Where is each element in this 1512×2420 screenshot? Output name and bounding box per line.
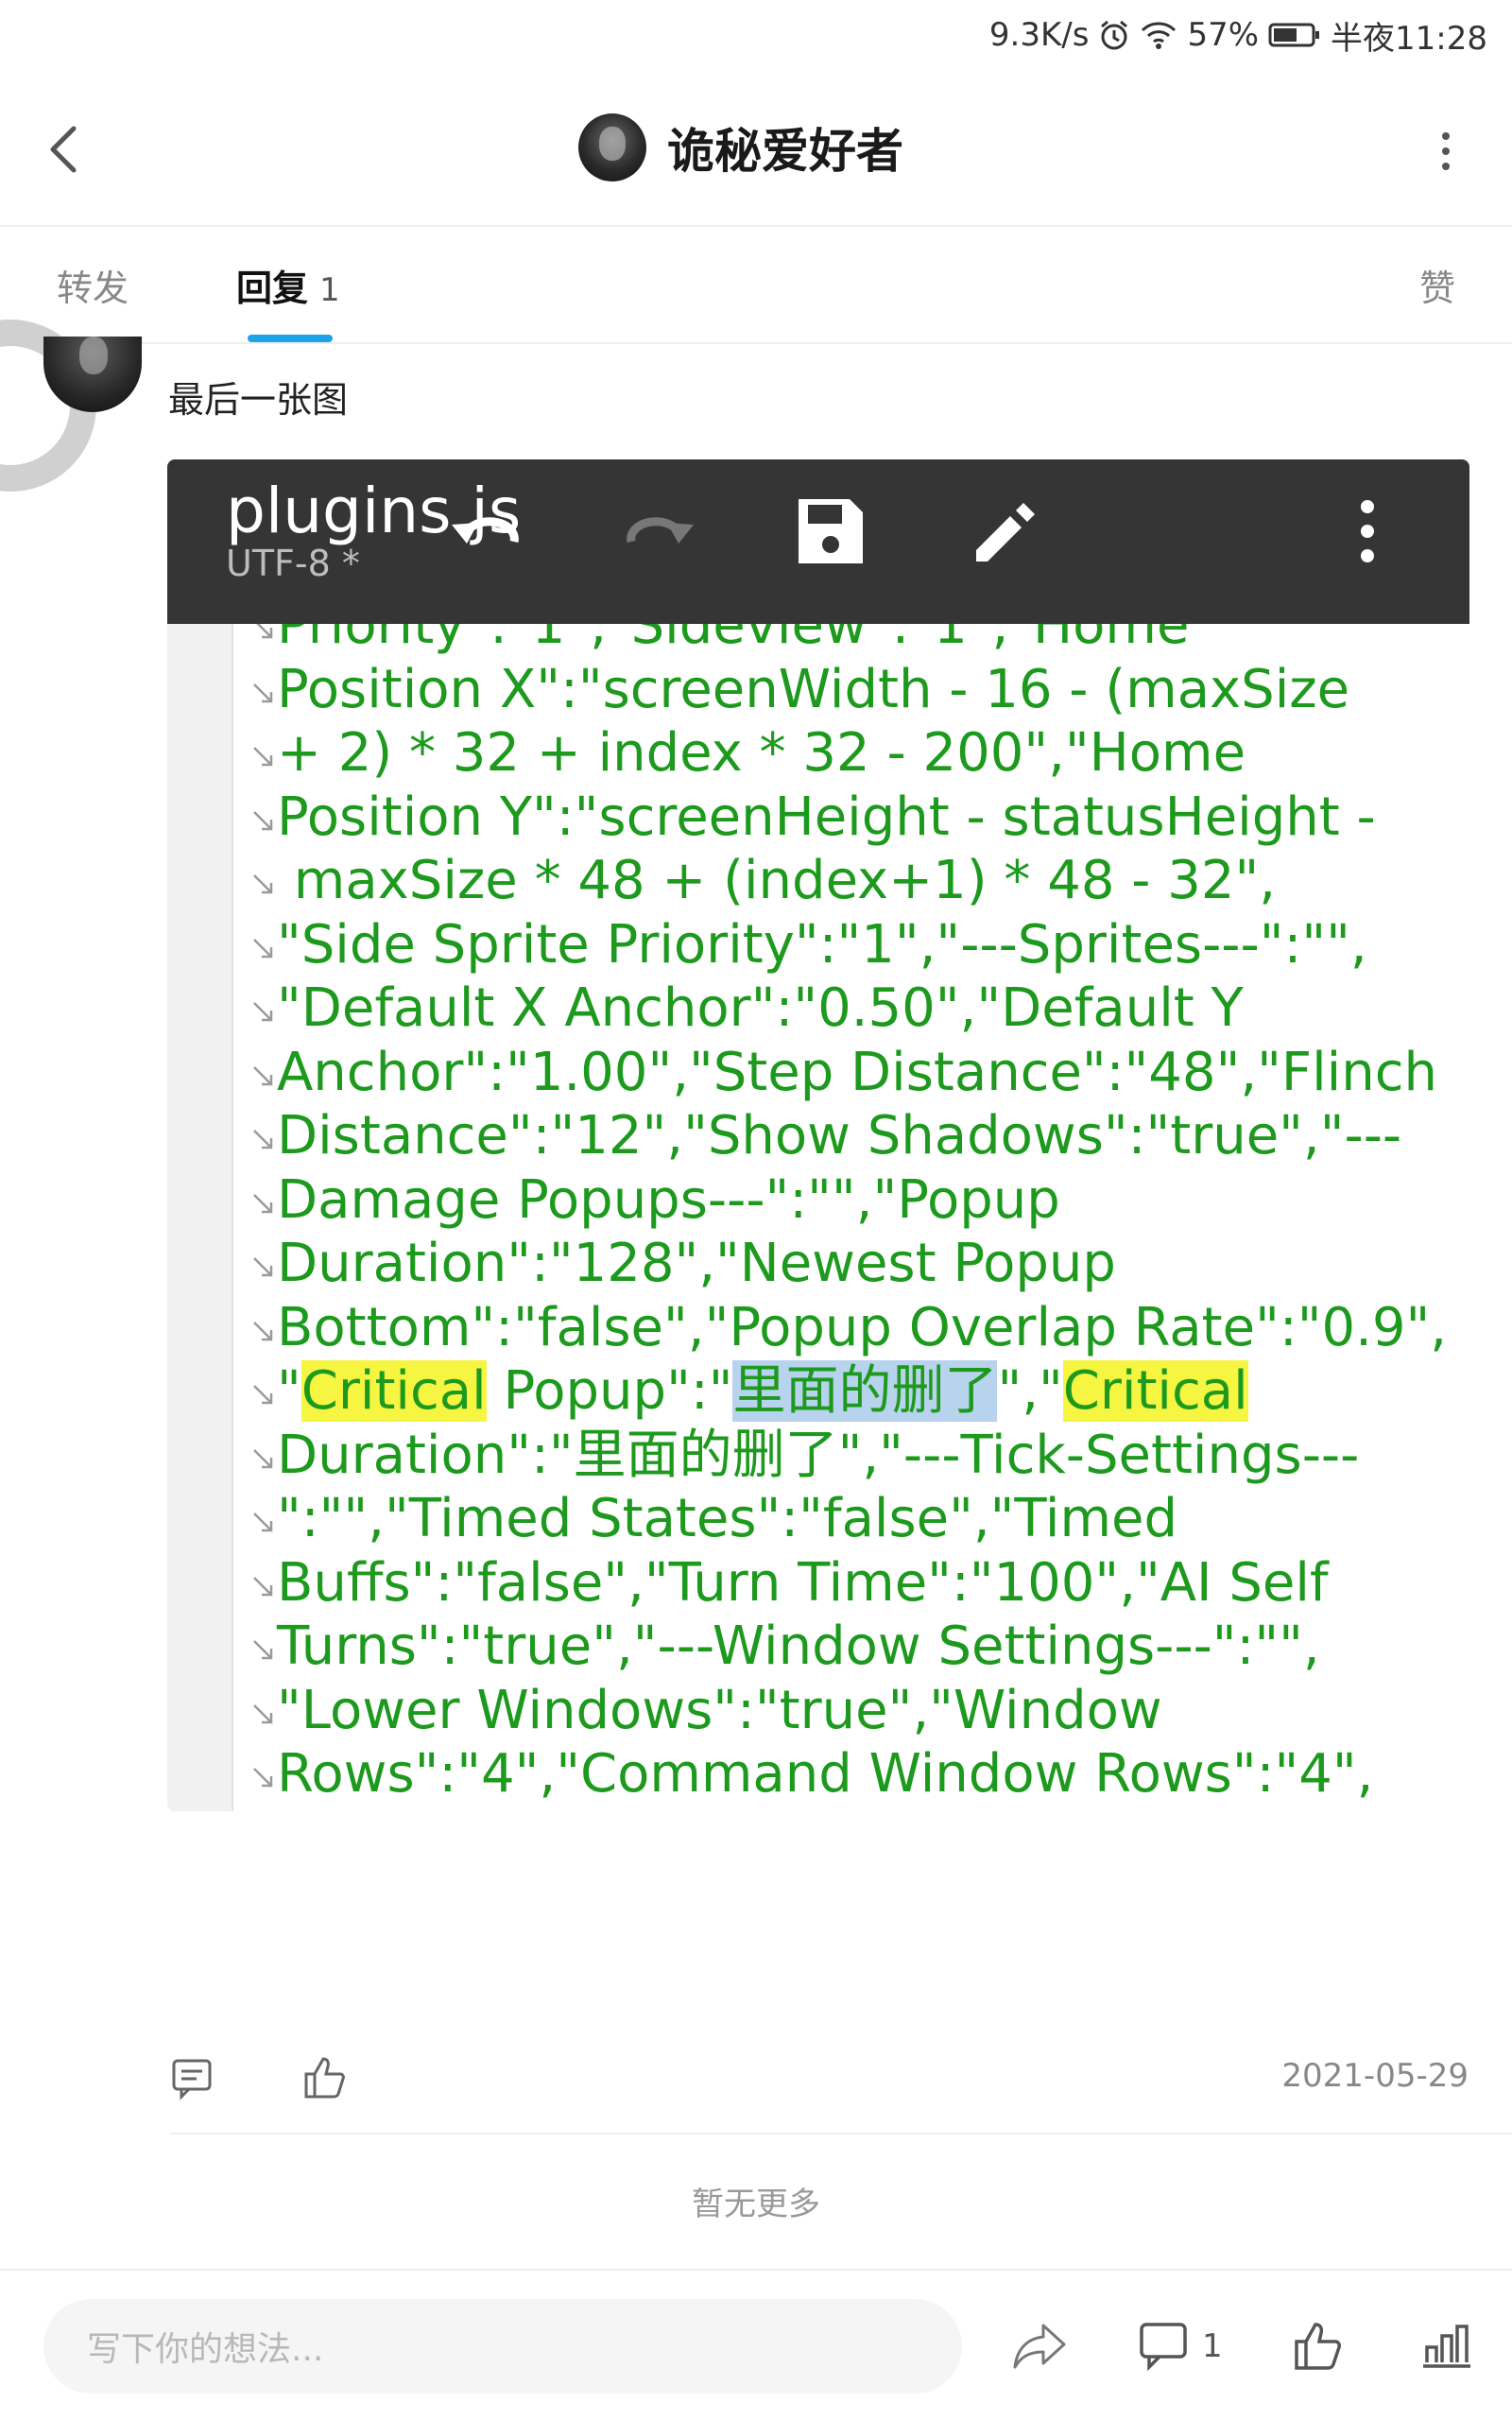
code-line: "Critical Popup":"里面的删了","Critical xyxy=(277,1359,1248,1423)
line-wrap-icon xyxy=(253,1703,273,1723)
line-wrap-icon xyxy=(253,1576,273,1596)
code-line: "Lower Windows":"true","Window xyxy=(277,1679,1162,1741)
reply-icon[interactable] xyxy=(170,2057,217,2104)
edit-pencil-icon xyxy=(957,484,1052,579)
like-icon[interactable] xyxy=(302,2055,350,2102)
code-line: Duration":"里面的删了","---Tick-Settings--- xyxy=(277,1424,1360,1486)
code-line: Turns":"true","---Window Settings---":""… xyxy=(277,1616,1320,1677)
line-wrap-icon xyxy=(253,1130,273,1150)
comment-divider xyxy=(170,2133,1512,2135)
wifi-icon xyxy=(1140,20,1177,50)
like-button[interactable] xyxy=(1293,2308,1344,2384)
more-vertical-icon xyxy=(1442,132,1450,170)
code-line: + 2) * 32 + index * 32 - 200","Home xyxy=(277,722,1246,784)
line-wrap-icon xyxy=(253,1512,273,1532)
title-group[interactable]: 诡秘爱好者 xyxy=(578,112,903,183)
tabs-divider xyxy=(0,342,1512,344)
undo-icon xyxy=(439,484,534,579)
line-wrap-icon xyxy=(253,810,273,830)
code-line: Distance":"12","Show Shadows":"true","--… xyxy=(277,1105,1402,1167)
line-wrap-icon xyxy=(253,1065,273,1085)
code-line: Bottom":"false","Popup Overlap Rate":"0.… xyxy=(277,1296,1448,1358)
active-tab-indicator xyxy=(248,335,333,342)
code-line: ":"","Timed States":"false","Timed xyxy=(277,1488,1178,1549)
code-line: "Side Sprite Priority":"1","---Sprites--… xyxy=(277,913,1367,976)
code-line: Rows":"4","Command Window Rows":"4", xyxy=(277,1743,1374,1805)
comments-button[interactable]: 1 xyxy=(1138,2308,1223,2384)
editor-toolbar: plugins.js UTF-8 * xyxy=(167,459,1469,624)
highlighted-text: Critical xyxy=(301,1360,487,1422)
line-wrap-icon xyxy=(253,747,273,767)
line-wrap-icon xyxy=(253,1321,273,1340)
tab-replies[interactable]: 回复 1 xyxy=(236,259,340,311)
share-button[interactable] xyxy=(1011,2308,1068,2384)
page-title: 诡秘爱好者 xyxy=(667,124,903,179)
file-encoding: UTF-8 * xyxy=(226,543,360,584)
comment-input[interactable]: 写下你的想法... xyxy=(43,2299,962,2394)
chevron-left-icon xyxy=(50,126,77,173)
comment-text: 最后一张图 xyxy=(168,379,349,421)
tab-likes[interactable]: 赞 xyxy=(1419,259,1455,311)
highlighted-text: Critical xyxy=(1062,1360,1248,1422)
no-more-text: 暂无更多 xyxy=(692,2186,820,2223)
save-icon xyxy=(783,484,878,579)
highlighted-text: 里面的删了 xyxy=(732,1360,998,1422)
code-line: maxSize * 48 + (index+1) * 48 - 32", xyxy=(277,850,1277,911)
share-icon xyxy=(1013,2324,1066,2369)
comment-date: 2021-05-29 xyxy=(1281,2057,1469,2095)
code-line: Anchor":"1.00","Step Distance":"48","Fli… xyxy=(277,1041,1437,1103)
thumbs-up-icon xyxy=(1295,2323,1341,2370)
line-wrap-icon xyxy=(253,1768,273,1788)
top-header: 诡秘爱好者 xyxy=(0,68,1512,227)
network-speed: 9.3K/s xyxy=(988,16,1090,54)
clock: 半夜11:28 xyxy=(1331,19,1487,58)
code-line: Buffs":"false","Turn Time":"100","AI Sel… xyxy=(277,1551,1329,1614)
tab-forward[interactable]: 转发 xyxy=(57,259,129,311)
avatar[interactable] xyxy=(578,113,646,182)
code-line: Position X":"screenWidth - 16 - (maxSize xyxy=(277,658,1350,720)
code-line: "Command Alignment":"center","Start xyxy=(277,1806,1293,1812)
code-line: Position Y":"screenHeight - statusHeight… xyxy=(277,786,1376,848)
battery-percent: 57% xyxy=(1187,16,1260,54)
code-text: Priority":"1","Sideview":"1","Home Positi… xyxy=(167,611,1469,1811)
more-button[interactable] xyxy=(1436,125,1455,178)
line-wrap-icon xyxy=(253,1640,273,1660)
more-vertical-icon xyxy=(1339,484,1396,579)
code-fragment: "," xyxy=(997,1360,1063,1422)
line-wrap-icon xyxy=(253,938,273,958)
line-wrap-icon xyxy=(253,1002,273,1022)
tab-bar: 转发 回复 1 赞 xyxy=(0,227,1512,344)
code-line: Duration":"128","Newest Popup xyxy=(277,1233,1116,1294)
code-fragment: Popup":" xyxy=(486,1360,733,1422)
code-line: "Default X Anchor":"0.50","Default Y xyxy=(277,977,1244,1039)
stats-button[interactable] xyxy=(1421,2308,1472,2384)
comment-count: 1 xyxy=(1202,2327,1223,2365)
line-wrap-icon xyxy=(253,1385,273,1405)
code-line: Damage Popups---":"","Popup xyxy=(277,1168,1060,1231)
line-wrap-icon xyxy=(253,1448,273,1468)
battery-icon xyxy=(1268,22,1321,48)
redo-icon xyxy=(611,484,706,579)
line-wrap-icon xyxy=(253,1257,273,1277)
line-wrap-icon xyxy=(253,874,273,894)
line-wrap-icon xyxy=(253,1193,273,1213)
comment-bubble-icon xyxy=(1140,2323,1187,2372)
line-wrap-icon xyxy=(253,683,273,702)
alarm-icon xyxy=(1098,19,1130,51)
comment-image[interactable]: Priority":"1","Sideview":"1","Home Positi… xyxy=(167,459,1469,1811)
bottom-bar: 写下你的想法... 1 xyxy=(0,2269,1512,2420)
status-bar: 9.3K/s 57% 半夜11:28 xyxy=(0,0,1512,68)
bar-chart-icon xyxy=(1423,2325,1470,2368)
reply-count: 1 xyxy=(319,271,340,309)
code-fragment: " xyxy=(277,1360,301,1422)
status-right: 9.3K/s 57% 半夜11:28 xyxy=(989,11,1487,59)
back-button[interactable] xyxy=(38,115,94,182)
